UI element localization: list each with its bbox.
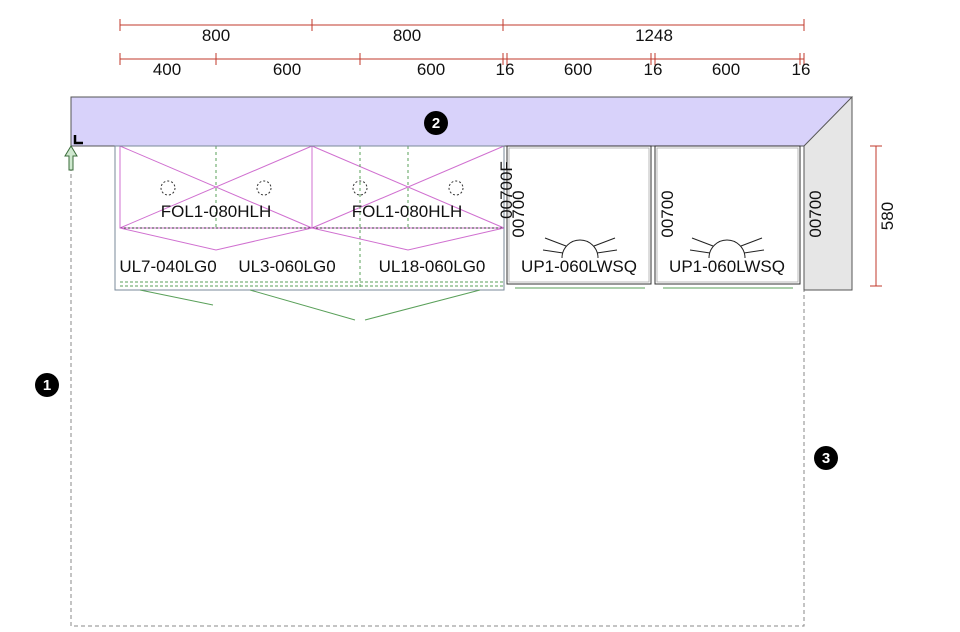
- dim-top-2: 800: [393, 26, 421, 45]
- label-ul18: UL18-060LG0: [379, 257, 486, 276]
- burner-icon: [689, 237, 765, 259]
- knob-icon: [448, 180, 464, 196]
- dim-top-3: 1248: [635, 26, 673, 45]
- dim-height: 580: [878, 202, 897, 230]
- wall-marker-1-label: 1: [43, 377, 51, 394]
- wall-marker-2-label: 2: [432, 115, 440, 132]
- knob-icon: [256, 180, 272, 196]
- kitchen-plan-drawing: 800 800 1248 400 600 600 16 600 16 600 1…: [35, 19, 897, 627]
- dim-second-8: 16: [792, 60, 811, 79]
- label-ul7: UL7-040LG0: [119, 257, 216, 276]
- dim-second-6: 16: [644, 60, 663, 79]
- dim-second-5: 600: [564, 60, 592, 79]
- worktop[interactable]: [70, 96, 854, 147]
- dim-second-4: 16: [496, 60, 515, 79]
- wall-marker-3[interactable]: 3: [814, 446, 838, 470]
- dimension-row-second: [119, 53, 805, 65]
- label-fol-right: FOL1-080HLH: [352, 202, 463, 221]
- burner-icon: [542, 237, 618, 259]
- label-fol-left: FOL1-080HLH: [161, 202, 272, 221]
- dim-second-1: 400: [153, 60, 181, 79]
- dim-second-2: 600: [273, 60, 301, 79]
- knob-icon: [160, 180, 176, 196]
- wall-marker-3-label: 3: [822, 450, 830, 467]
- door-swing-lines: [139, 289, 481, 321]
- label-up1-left: UP1-060LWSQ: [521, 257, 637, 276]
- dim-top-1: 800: [202, 26, 230, 45]
- label-up1-right: UP1-060LWSQ: [669, 257, 785, 276]
- wall-marker-1[interactable]: 1: [35, 373, 59, 397]
- label-code-00700-b: 00700: [658, 190, 677, 237]
- label-ul3: UL3-060LG0: [238, 257, 335, 276]
- up-arrow-icon[interactable]: [64, 145, 78, 171]
- dim-second-3: 600: [417, 60, 445, 79]
- dim-second-7: 600: [712, 60, 740, 79]
- label-code-00700-a: 00700: [509, 190, 528, 237]
- label-code-00700-c: 00700: [806, 190, 825, 237]
- wall-marker-2[interactable]: 2: [424, 111, 448, 135]
